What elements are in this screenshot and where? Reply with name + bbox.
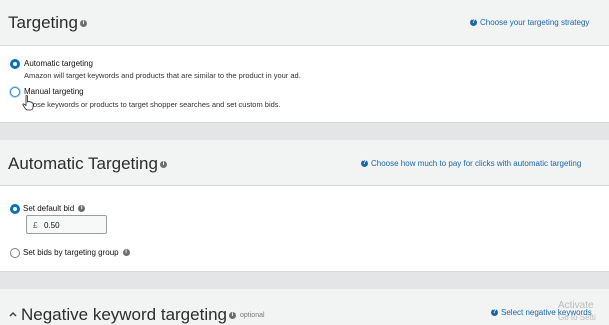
chevron-up-icon[interactable]: [9, 311, 17, 317]
help-circle-icon: ?: [361, 160, 368, 168]
group-bid-label-text: Set bids by targeting group: [23, 248, 119, 257]
targeting-body: Automatic targeting Amazon will target k…: [0, 46, 609, 123]
automatic-targeting-radio[interactable]: [10, 59, 20, 69]
activation-watermark: Activate: [558, 300, 594, 311]
auto-targeting-pay-link-text: Choose how much to pay for clicks with a…: [371, 159, 582, 168]
auto-targeting-title: Automatic Targeting i: [8, 154, 167, 174]
automatic-targeting-label[interactable]: Automatic targeting: [24, 59, 93, 68]
activation-watermark-sub: Go to Setti: [558, 313, 596, 322]
negative-targeting-title-text: Negative keyword targeting: [21, 305, 228, 324]
info-icon[interactable]: i: [122, 249, 130, 257]
targeting-strategy-link-text: Choose your targeting strategy: [480, 18, 590, 27]
default-bid-value: 0.50: [44, 221, 60, 230]
group-bid-label[interactable]: Set bids by targeting group i: [23, 248, 130, 257]
manual-targeting-description: ose keywords or products to target shopp…: [33, 100, 281, 109]
targeting-header: Targeting i ? Choose your targeting strate…: [0, 0, 609, 46]
negative-targeting-header[interactable]: Negative keyword targeting i optional ? Sel…: [0, 289, 609, 325]
targeting-strategy-link[interactable]: ? Choose your targeting strategy: [470, 18, 589, 27]
targeting-title: Targeting i: [8, 13, 87, 33]
manual-targeting-radio[interactable]: [10, 87, 20, 97]
info-icon[interactable]: i: [78, 205, 86, 213]
optional-label: optional: [240, 312, 265, 320]
default-bid-label-text: Set default bid: [23, 204, 75, 213]
auto-targeting-header: Automatic Targeting i ? Choose how much to…: [0, 140, 609, 186]
targeting-title-text: Targeting: [8, 13, 78, 32]
default-bid-input[interactable]: £ 0.50: [26, 215, 107, 234]
negative-targeting-title: Negative keyword targeting i optional: [21, 305, 265, 325]
help-circle-icon: ?: [491, 309, 498, 317]
default-bid-label[interactable]: Set default bid i: [23, 204, 86, 213]
info-icon[interactable]: i: [79, 20, 87, 28]
auto-targeting-title-text: Automatic Targeting: [8, 154, 158, 173]
group-bid-radio[interactable]: [10, 248, 20, 258]
hand-pointer-icon: [22, 95, 34, 111]
auto-targeting-pay-link[interactable]: ? Choose how much to pay for clicks with …: [361, 159, 581, 168]
currency-symbol: £: [33, 221, 38, 230]
info-icon[interactable]: i: [159, 161, 167, 169]
auto-targeting-body: Set default bid i £ 0.50 Set bids by targ…: [0, 186, 609, 272]
automatic-targeting-description: Amazon will target keywords and products…: [24, 71, 301, 80]
info-icon[interactable]: i: [229, 312, 237, 320]
default-bid-radio[interactable]: [10, 204, 20, 214]
help-circle-icon: ?: [470, 19, 477, 27]
